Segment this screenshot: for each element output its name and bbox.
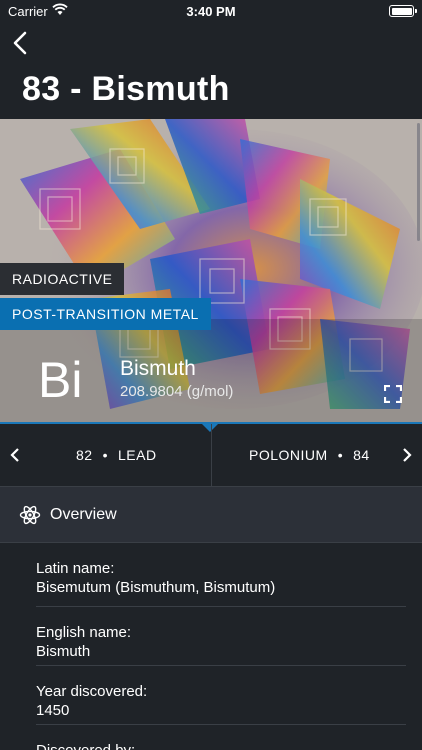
previous-element-number: 82 [76, 447, 93, 463]
element-atomic-weight: 208.9804 (g/mol) [120, 383, 234, 400]
info-label: Year discovered: [36, 683, 148, 700]
expand-icon [383, 384, 403, 404]
info-row-year-discovered: Year discovered: 1450 [36, 666, 406, 725]
info-label: English name: [36, 624, 132, 641]
radioactive-tag: RADIOACTIVE [0, 263, 125, 295]
section-title: Overview [50, 506, 117, 523]
scroll-indicator[interactable] [417, 123, 420, 241]
next-element-number: 84 [353, 447, 370, 463]
separator-dot: • [102, 447, 108, 463]
status-bar: Carrier 3:40 PM [0, 0, 422, 24]
back-button[interactable] [8, 28, 34, 58]
page-title: 83 - Bismuth [22, 70, 230, 108]
previous-element-label: 82 • LEAD [76, 447, 157, 463]
info-label: Latin name: [36, 560, 115, 577]
battery-icon [389, 5, 417, 17]
info-row-discovered-by: Discovered by: [36, 725, 406, 750]
chevron-right-icon [403, 448, 412, 462]
previous-element-name: LEAD [117, 447, 157, 463]
previous-element-button[interactable]: 82 • LEAD [0, 424, 211, 486]
separator-dot: • [337, 447, 344, 463]
element-hero-image: RADIOACTIVE POST-TRANSITION METAL Bi Bis… [0, 119, 422, 422]
info-row-latin-name: Latin name: Bisemutum (Bismuthum, Bismut… [36, 543, 406, 607]
info-row-english-name: English name: Bismuth [36, 607, 406, 666]
element-navigation: 82 • LEAD POLONIUM • 84 [0, 422, 422, 486]
info-value: 1450 [36, 702, 70, 719]
info-value: Bisemutum (Bismuthum, Bismutum) [36, 579, 276, 596]
category-tag: POST-TRANSITION METAL [0, 298, 211, 330]
info-value: Bismuth [36, 643, 91, 660]
fullscreen-button[interactable] [383, 384, 403, 404]
overview-section-header[interactable]: Overview [0, 486, 422, 543]
next-element-name: POLONIUM [249, 447, 328, 463]
element-symbol: Bi [38, 352, 83, 408]
element-name: Bismuth [120, 357, 196, 380]
overview-info-list: Latin name: Bisemutum (Bismuthum, Bismut… [0, 543, 422, 750]
next-element-label: POLONIUM • 84 [249, 447, 370, 463]
info-label: Discovered by: [36, 742, 135, 750]
atom-icon [19, 505, 41, 525]
status-time: 3:40 PM [186, 4, 236, 19]
next-element-button[interactable]: POLONIUM • 84 [211, 424, 422, 486]
chevron-left-icon [13, 31, 27, 55]
chevron-left-icon [10, 448, 19, 462]
